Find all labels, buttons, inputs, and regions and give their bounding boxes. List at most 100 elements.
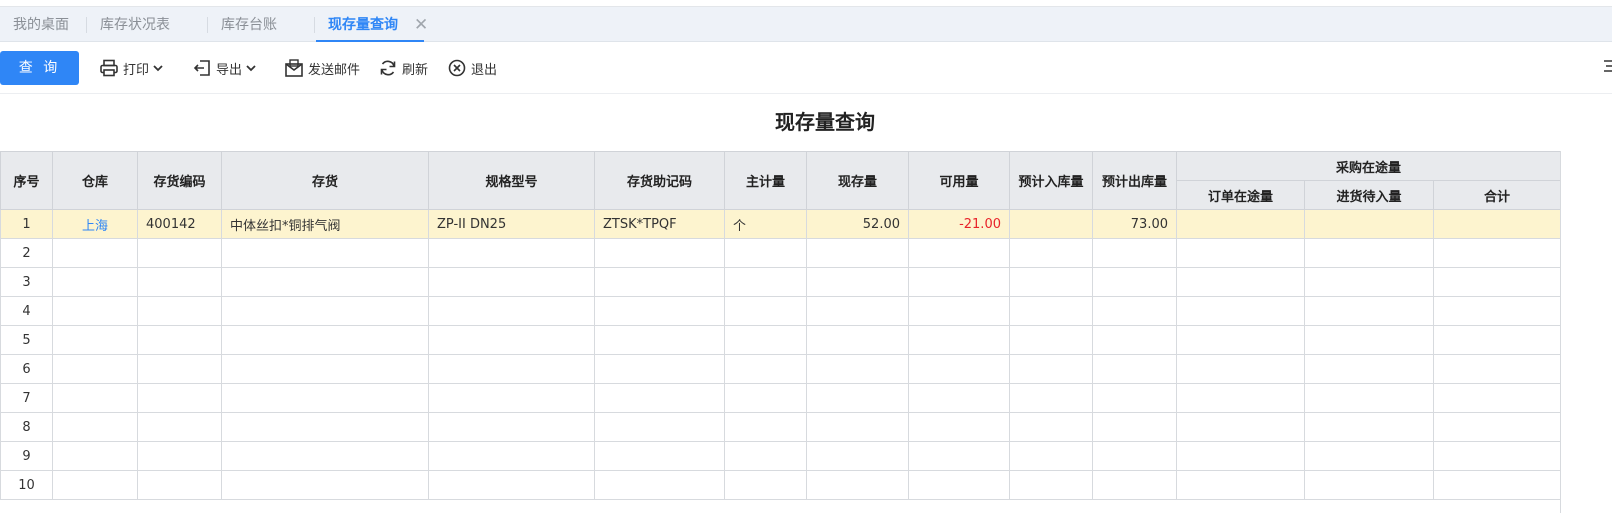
cell-spec xyxy=(428,412,595,442)
col-header-mnemonic[interactable]: 存货助记码 xyxy=(594,151,725,210)
cell-spec xyxy=(428,441,595,471)
table-row[interactable]: 5 xyxy=(0,325,1562,355)
cell-code xyxy=(137,267,222,297)
cell-warehouse[interactable] xyxy=(52,238,138,268)
col-header-warehouse[interactable]: 仓库 xyxy=(52,151,138,210)
export-label: 导出 xyxy=(216,62,243,78)
table-row[interactable]: 1 上海 400142 中体丝扣*铜排气阀 ZP-II DN25 ZTSK*TPQF 个 52… xyxy=(0,209,1562,239)
close-tab-icon[interactable]: ✕ xyxy=(414,7,428,42)
cell-item xyxy=(221,441,429,471)
cell-item xyxy=(221,238,429,268)
cell-mnemonic xyxy=(594,441,725,471)
cell-expected-in xyxy=(1009,238,1093,268)
cell-order-transit xyxy=(1176,267,1305,297)
table-row[interactable]: 3 xyxy=(0,267,1562,297)
cell-expected-in xyxy=(1009,325,1093,355)
cell-expected-in xyxy=(1009,412,1093,442)
col-header-expected-out[interactable]: 预计出库量 xyxy=(1092,151,1177,210)
cell-spec xyxy=(428,238,595,268)
table-row[interactable]: 2 xyxy=(0,238,1562,268)
cell-expected-in xyxy=(1009,209,1093,239)
cell-available: -21.00 xyxy=(908,209,1010,239)
col-header-onhand[interactable]: 现存量 xyxy=(806,151,909,210)
cell-pending-receipt xyxy=(1304,238,1434,268)
col-header-spec[interactable]: 规格型号 xyxy=(428,151,595,210)
cell-expected-in xyxy=(1009,296,1093,326)
send-mail-label: 发送邮件 xyxy=(308,62,361,78)
cell-warehouse[interactable] xyxy=(52,383,138,413)
cell-expected-out xyxy=(1092,441,1177,471)
exit-button[interactable]: 退出 xyxy=(447,42,497,94)
table-row[interactable]: 10 xyxy=(0,470,1562,500)
cell-available xyxy=(908,267,1010,297)
cell-warehouse[interactable] xyxy=(52,296,138,326)
col-header-code[interactable]: 存货编码 xyxy=(137,151,222,210)
cell-total xyxy=(1432,470,1562,500)
cell-warehouse[interactable]: 上海 xyxy=(52,209,138,239)
cell-warehouse[interactable] xyxy=(52,412,138,442)
cell-unit xyxy=(724,383,807,413)
col-header-available[interactable]: 可用量 xyxy=(908,151,1010,210)
cell-total xyxy=(1432,209,1562,239)
cell-expected-in xyxy=(1009,470,1093,500)
tab-inventory-ledger[interactable]: 库存台账 xyxy=(207,7,277,42)
send-mail-button[interactable]: 发送邮件 xyxy=(284,42,360,94)
cell-unit xyxy=(724,267,807,297)
window-top-strip xyxy=(0,0,1612,7)
cell-warehouse[interactable] xyxy=(52,470,138,500)
cell-total xyxy=(1432,383,1562,413)
refresh-icon xyxy=(380,60,396,76)
refresh-button[interactable]: 刷新 xyxy=(378,42,428,94)
table-row[interactable]: 8 xyxy=(0,412,1562,442)
cell-pending-receipt xyxy=(1304,441,1434,471)
export-button[interactable]: 导出 xyxy=(192,42,257,94)
cell-onhand xyxy=(806,238,909,268)
cell-total xyxy=(1432,441,1562,471)
expand-panel-icon[interactable] xyxy=(1600,56,1612,76)
cell-seq: 6 xyxy=(0,354,53,384)
cell-pending-receipt xyxy=(1304,412,1434,442)
table-row[interactable]: 9 xyxy=(0,441,1562,471)
cell-warehouse[interactable] xyxy=(52,267,138,297)
tab-stock-query[interactable]: 现存量查询 xyxy=(314,7,424,42)
cell-order-transit xyxy=(1176,296,1305,326)
cell-onhand xyxy=(806,383,909,413)
query-button[interactable]: 查 询 xyxy=(0,51,79,85)
tab-inventory-status[interactable]: 库存状况表 xyxy=(86,7,170,42)
print-button[interactable]: 打印 xyxy=(99,42,164,94)
cell-mnemonic xyxy=(594,238,725,268)
cell-order-transit xyxy=(1176,238,1305,268)
tab-my-desktop[interactable]: 我的桌面 xyxy=(13,7,69,42)
cell-code xyxy=(137,470,222,500)
cell-warehouse[interactable] xyxy=(52,354,138,384)
cell-mnemonic xyxy=(594,383,725,413)
cell-order-transit xyxy=(1176,412,1305,442)
cell-expected-out: 73.00 xyxy=(1092,209,1177,239)
cell-available xyxy=(908,412,1010,442)
cell-seq: 8 xyxy=(0,412,53,442)
cell-code xyxy=(137,383,222,413)
col-header-expected-in[interactable]: 预计入库量 xyxy=(1009,151,1093,210)
col-header-order-transit[interactable]: 订单在途量 xyxy=(1176,180,1305,210)
cell-seq: 3 xyxy=(0,267,53,297)
tab-stock-query-label: 现存量查询 xyxy=(328,17,398,33)
cell-warehouse[interactable] xyxy=(52,325,138,355)
col-header-item[interactable]: 存货 xyxy=(221,151,429,210)
cell-seq: 9 xyxy=(0,441,53,471)
cell-warehouse[interactable] xyxy=(52,441,138,471)
cell-total xyxy=(1432,296,1562,326)
col-header-total[interactable]: 合计 xyxy=(1432,180,1562,210)
col-header-pending-receipt[interactable]: 进货待入量 xyxy=(1304,180,1434,210)
cell-spec: ZP-II DN25 xyxy=(428,209,595,239)
cell-code xyxy=(137,296,222,326)
col-header-unit[interactable]: 主计量 xyxy=(724,151,807,210)
cell-expected-out xyxy=(1092,412,1177,442)
chevron-down-icon xyxy=(246,65,256,72)
cell-unit xyxy=(724,354,807,384)
table-row[interactable]: 4 xyxy=(0,296,1562,326)
cell-item xyxy=(221,267,429,297)
cell-mnemonic xyxy=(594,354,725,384)
table-row[interactable]: 7 xyxy=(0,383,1562,413)
cell-onhand xyxy=(806,470,909,500)
table-row[interactable]: 6 xyxy=(0,354,1562,384)
